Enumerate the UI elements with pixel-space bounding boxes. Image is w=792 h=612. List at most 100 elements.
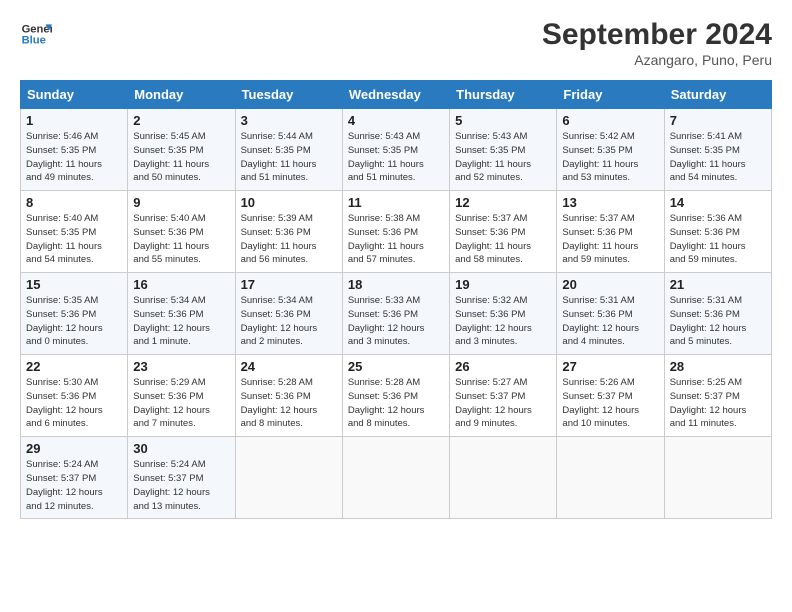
day-number: 22 <box>26 359 122 374</box>
day-number: 29 <box>26 441 122 456</box>
day-info: Sunrise: 5:28 AMSunset: 5:36 PMDaylight:… <box>241 376 337 431</box>
logo-icon: General Blue <box>20 18 52 50</box>
day-number: 1 <box>26 113 122 128</box>
calendar-cell: 27 Sunrise: 5:26 AMSunset: 5:37 PMDayligh… <box>557 355 664 437</box>
calendar-cell: 17 Sunrise: 5:34 AMSunset: 5:36 PMDayligh… <box>235 273 342 355</box>
calendar-cell <box>557 437 664 519</box>
day-number: 9 <box>133 195 229 210</box>
day-number: 3 <box>241 113 337 128</box>
calendar-cell <box>235 437 342 519</box>
calendar-week-5: 29 Sunrise: 5:24 AMSunset: 5:37 PMDayligh… <box>21 437 772 519</box>
day-info: Sunrise: 5:37 AMSunset: 5:36 PMDaylight:… <box>455 212 551 267</box>
day-info: Sunrise: 5:43 AMSunset: 5:35 PMDaylight:… <box>455 130 551 185</box>
day-info: Sunrise: 5:35 AMSunset: 5:36 PMDaylight:… <box>26 294 122 349</box>
day-number: 8 <box>26 195 122 210</box>
svg-text:Blue: Blue <box>22 35 46 47</box>
header-row: Sunday Monday Tuesday Wednesday Thursday… <box>21 81 772 109</box>
calendar-cell: 19 Sunrise: 5:32 AMSunset: 5:36 PMDayligh… <box>450 273 557 355</box>
day-info: Sunrise: 5:33 AMSunset: 5:36 PMDaylight:… <box>348 294 444 349</box>
location-subtitle: Azangaro, Puno, Peru <box>542 52 772 68</box>
day-info: Sunrise: 5:30 AMSunset: 5:36 PMDaylight:… <box>26 376 122 431</box>
day-info: Sunrise: 5:25 AMSunset: 5:37 PMDaylight:… <box>670 376 766 431</box>
col-saturday: Saturday <box>664 81 771 109</box>
col-sunday: Sunday <box>21 81 128 109</box>
calendar-cell: 5 Sunrise: 5:43 AMSunset: 5:35 PMDaylight… <box>450 109 557 191</box>
calendar-cell: 21 Sunrise: 5:31 AMSunset: 5:36 PMDayligh… <box>664 273 771 355</box>
day-info: Sunrise: 5:31 AMSunset: 5:36 PMDaylight:… <box>670 294 766 349</box>
calendar-cell: 28 Sunrise: 5:25 AMSunset: 5:37 PMDayligh… <box>664 355 771 437</box>
day-number: 23 <box>133 359 229 374</box>
day-number: 21 <box>670 277 766 292</box>
day-number: 18 <box>348 277 444 292</box>
calendar-cell: 29 Sunrise: 5:24 AMSunset: 5:37 PMDayligh… <box>21 437 128 519</box>
day-info: Sunrise: 5:36 AMSunset: 5:36 PMDaylight:… <box>670 212 766 267</box>
day-number: 26 <box>455 359 551 374</box>
day-info: Sunrise: 5:27 AMSunset: 5:37 PMDaylight:… <box>455 376 551 431</box>
calendar-cell: 30Sunrise: 5:24 AMSunset: 5:37 PMDayligh… <box>128 437 235 519</box>
day-info: Sunrise: 5:24 AMSunset: 5:37 PMDaylight:… <box>26 458 122 513</box>
calendar-cell: 15 Sunrise: 5:35 AMSunset: 5:36 PMDayligh… <box>21 273 128 355</box>
day-number: 19 <box>455 277 551 292</box>
calendar-cell: 3 Sunrise: 5:44 AMSunset: 5:35 PMDaylight… <box>235 109 342 191</box>
day-number: 14 <box>670 195 766 210</box>
day-number: 2 <box>133 113 229 128</box>
day-number: 4 <box>348 113 444 128</box>
day-info: Sunrise: 5:45 AMSunset: 5:35 PMDaylight:… <box>133 130 229 185</box>
calendar-cell: 4Sunrise: 5:43 AMSunset: 5:35 PMDaylight… <box>342 109 449 191</box>
calendar-cell: 9 Sunrise: 5:40 AMSunset: 5:36 PMDaylight… <box>128 191 235 273</box>
calendar-cell: 24 Sunrise: 5:28 AMSunset: 5:36 PMDayligh… <box>235 355 342 437</box>
day-info: Sunrise: 5:32 AMSunset: 5:36 PMDaylight:… <box>455 294 551 349</box>
day-number: 11 <box>348 195 444 210</box>
day-number: 7 <box>670 113 766 128</box>
title-block: September 2024 Azangaro, Puno, Peru <box>542 18 772 68</box>
calendar-week-1: 1 Sunrise: 5:46 AMSunset: 5:35 PMDaylight… <box>21 109 772 191</box>
day-number: 6 <box>562 113 658 128</box>
day-info: Sunrise: 5:31 AMSunset: 5:36 PMDaylight:… <box>562 294 658 349</box>
calendar-cell: 7Sunrise: 5:41 AMSunset: 5:35 PMDaylight… <box>664 109 771 191</box>
calendar-cell: 18 Sunrise: 5:33 AMSunset: 5:36 PMDayligh… <box>342 273 449 355</box>
day-number: 28 <box>670 359 766 374</box>
calendar-cell <box>450 437 557 519</box>
calendar-cell: 2 Sunrise: 5:45 AMSunset: 5:35 PMDaylight… <box>128 109 235 191</box>
day-number: 12 <box>455 195 551 210</box>
calendar-cell: 8Sunrise: 5:40 AMSunset: 5:35 PMDaylight… <box>21 191 128 273</box>
col-tuesday: Tuesday <box>235 81 342 109</box>
col-thursday: Thursday <box>450 81 557 109</box>
day-info: Sunrise: 5:40 AMSunset: 5:36 PMDaylight:… <box>133 212 229 267</box>
month-title: September 2024 <box>542 18 772 52</box>
day-number: 13 <box>562 195 658 210</box>
calendar-cell: 11 Sunrise: 5:38 AMSunset: 5:36 PMDayligh… <box>342 191 449 273</box>
day-info: Sunrise: 5:28 AMSunset: 5:36 PMDaylight:… <box>348 376 444 431</box>
calendar-cell: 23 Sunrise: 5:29 AMSunset: 5:36 PMDayligh… <box>128 355 235 437</box>
col-wednesday: Wednesday <box>342 81 449 109</box>
day-info: Sunrise: 5:24 AMSunset: 5:37 PMDaylight:… <box>133 458 229 513</box>
day-info: Sunrise: 5:39 AMSunset: 5:36 PMDaylight:… <box>241 212 337 267</box>
calendar-cell: 10 Sunrise: 5:39 AMSunset: 5:36 PMDayligh… <box>235 191 342 273</box>
calendar-cell <box>664 437 771 519</box>
calendar-cell: 14 Sunrise: 5:36 AMSunset: 5:36 PMDayligh… <box>664 191 771 273</box>
col-monday: Monday <box>128 81 235 109</box>
logo: General Blue <box>20 18 52 50</box>
calendar-week-3: 15 Sunrise: 5:35 AMSunset: 5:36 PMDayligh… <box>21 273 772 355</box>
day-info: Sunrise: 5:29 AMSunset: 5:36 PMDaylight:… <box>133 376 229 431</box>
day-info: Sunrise: 5:34 AMSunset: 5:36 PMDaylight:… <box>241 294 337 349</box>
day-info: Sunrise: 5:38 AMSunset: 5:36 PMDaylight:… <box>348 212 444 267</box>
calendar-week-2: 8Sunrise: 5:40 AMSunset: 5:35 PMDaylight… <box>21 191 772 273</box>
day-number: 15 <box>26 277 122 292</box>
day-number: 17 <box>241 277 337 292</box>
day-number: 20 <box>562 277 658 292</box>
calendar-cell: 25 Sunrise: 5:28 AMSunset: 5:36 PMDayligh… <box>342 355 449 437</box>
day-number: 25 <box>348 359 444 374</box>
day-number: 24 <box>241 359 337 374</box>
calendar-cell: 26 Sunrise: 5:27 AMSunset: 5:37 PMDayligh… <box>450 355 557 437</box>
calendar-cell: 6Sunrise: 5:42 AMSunset: 5:35 PMDaylight… <box>557 109 664 191</box>
page: General Blue September 2024 Azangaro, Pu… <box>0 0 792 531</box>
day-number: 5 <box>455 113 551 128</box>
calendar-table: Sunday Monday Tuesday Wednesday Thursday… <box>20 80 772 519</box>
day-info: Sunrise: 5:44 AMSunset: 5:35 PMDaylight:… <box>241 130 337 185</box>
day-number: 10 <box>241 195 337 210</box>
calendar-cell: 12 Sunrise: 5:37 AMSunset: 5:36 PMDayligh… <box>450 191 557 273</box>
day-info: Sunrise: 5:26 AMSunset: 5:37 PMDaylight:… <box>562 376 658 431</box>
day-number: 27 <box>562 359 658 374</box>
day-info: Sunrise: 5:46 AMSunset: 5:35 PMDaylight:… <box>26 130 122 185</box>
